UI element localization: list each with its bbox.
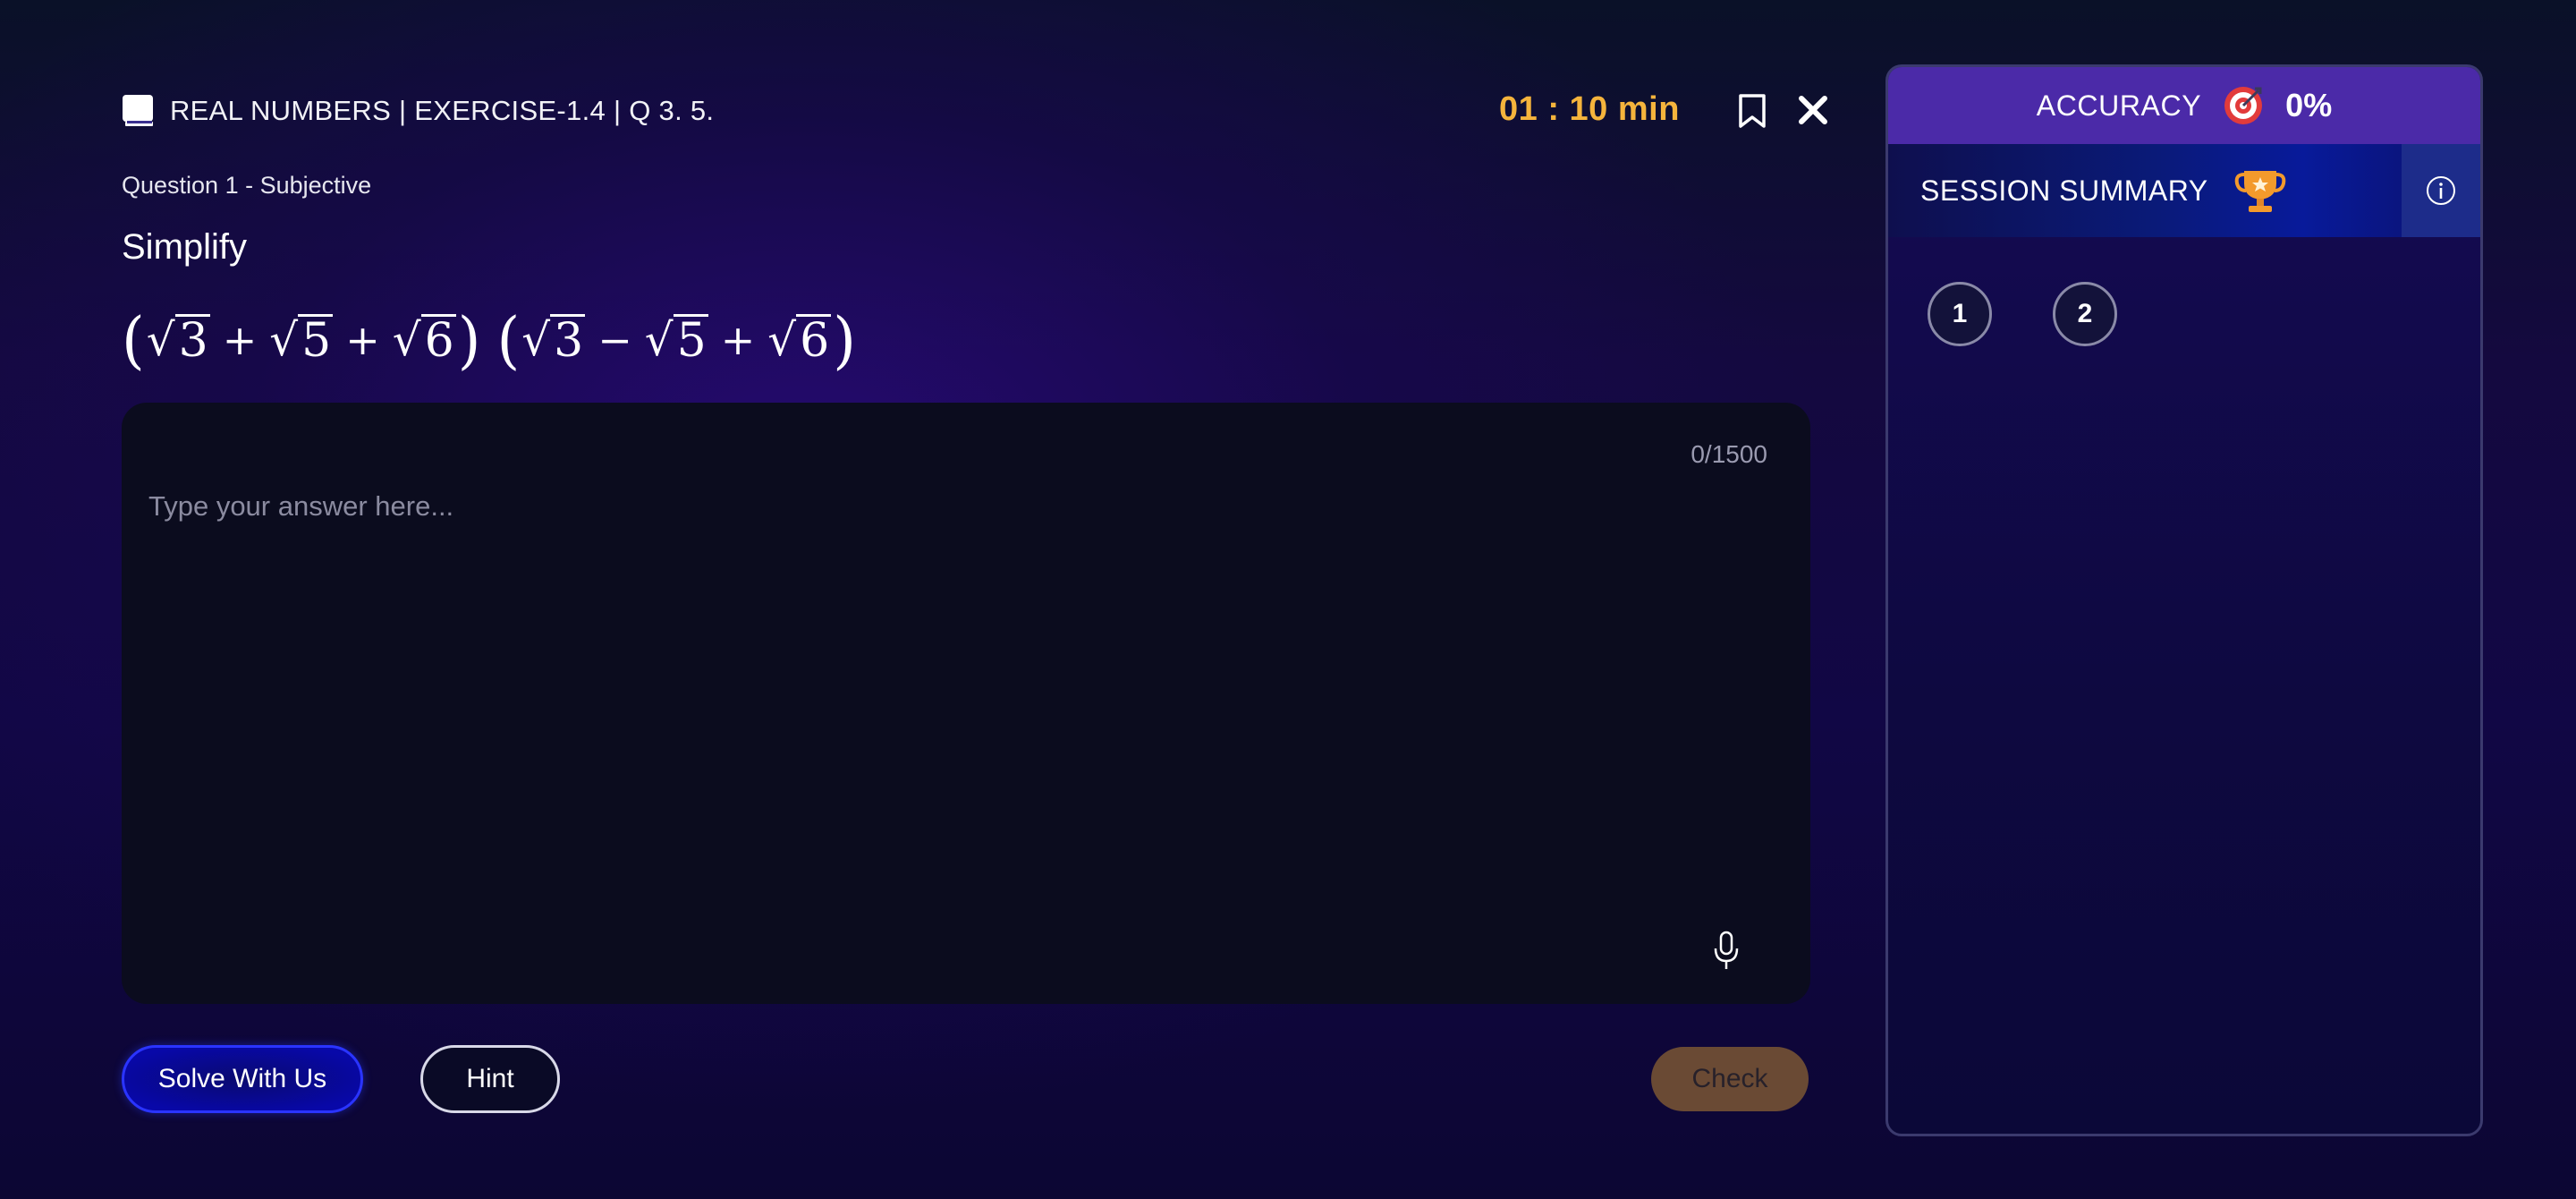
answer-box: 0/1500: [122, 403, 1810, 1004]
sqrt-term: √ 5: [644, 314, 708, 369]
sqrt-term: √ 3: [146, 314, 210, 369]
accuracy-value: 0%: [2285, 87, 2333, 123]
accuracy-bar: ACCURACY 0%: [1888, 67, 2480, 144]
question-expression: ( √ 3 + √ 5 + √ 6 ) ( √ 3 − √ 5 + √ 6 ): [120, 303, 858, 377]
question-nav-item[interactable]: 1: [1928, 282, 1992, 346]
paren-open: (: [496, 303, 521, 377]
hint-button[interactable]: Hint: [420, 1045, 560, 1113]
accuracy-label: ACCURACY: [2036, 89, 2202, 122]
answer-input[interactable]: [148, 490, 1723, 902]
target-icon: [2223, 85, 2264, 126]
paren-close: ): [457, 303, 481, 377]
trophy-icon: [2233, 164, 2287, 217]
question-prompt: Simplify: [122, 227, 248, 267]
timer: 01 : 10 min: [1499, 90, 1680, 128]
session-summary-bar: SESSION SUMMARY: [1888, 144, 2480, 237]
operator: +: [222, 316, 258, 364]
info-icon: [2427, 176, 2455, 205]
sqrt-term: √ 5: [269, 314, 334, 369]
topic-title: REAL NUMBERS | EXERCISE-1.4 | Q 3. 5.: [170, 95, 715, 126]
check-button[interactable]: Check: [1651, 1047, 1809, 1111]
paren-close: ): [833, 303, 856, 377]
char-counter: 0/1500: [1690, 440, 1767, 468]
operator: +: [345, 316, 380, 364]
question-navigator: 1 2: [1928, 282, 2117, 346]
close-icon[interactable]: [1796, 91, 1830, 129]
microphone-icon[interactable]: [1712, 931, 1741, 972]
session-panel: ACCURACY 0% SESSION SUMMARY 1 2: [1885, 64, 2483, 1136]
sqrt-term: √ 6: [767, 314, 832, 369]
question-type-label: Question 1 - Subjective: [122, 172, 372, 199]
session-summary-label: SESSION SUMMARY: [1920, 174, 2208, 207]
book-icon: [122, 94, 154, 128]
sqrt-term: √ 3: [521, 314, 586, 369]
info-button[interactable]: [2402, 144, 2480, 237]
sqrt-term: √ 6: [392, 314, 456, 369]
solve-with-us-button[interactable]: Solve With Us: [122, 1045, 363, 1113]
bookmark-icon[interactable]: [1737, 93, 1767, 129]
operator: +: [720, 316, 756, 364]
operator: −: [597, 316, 632, 364]
topic-header: REAL NUMBERS | EXERCISE-1.4 | Q 3. 5.: [122, 93, 714, 129]
question-nav-item[interactable]: 2: [2053, 282, 2117, 346]
paren-open: (: [122, 303, 145, 377]
